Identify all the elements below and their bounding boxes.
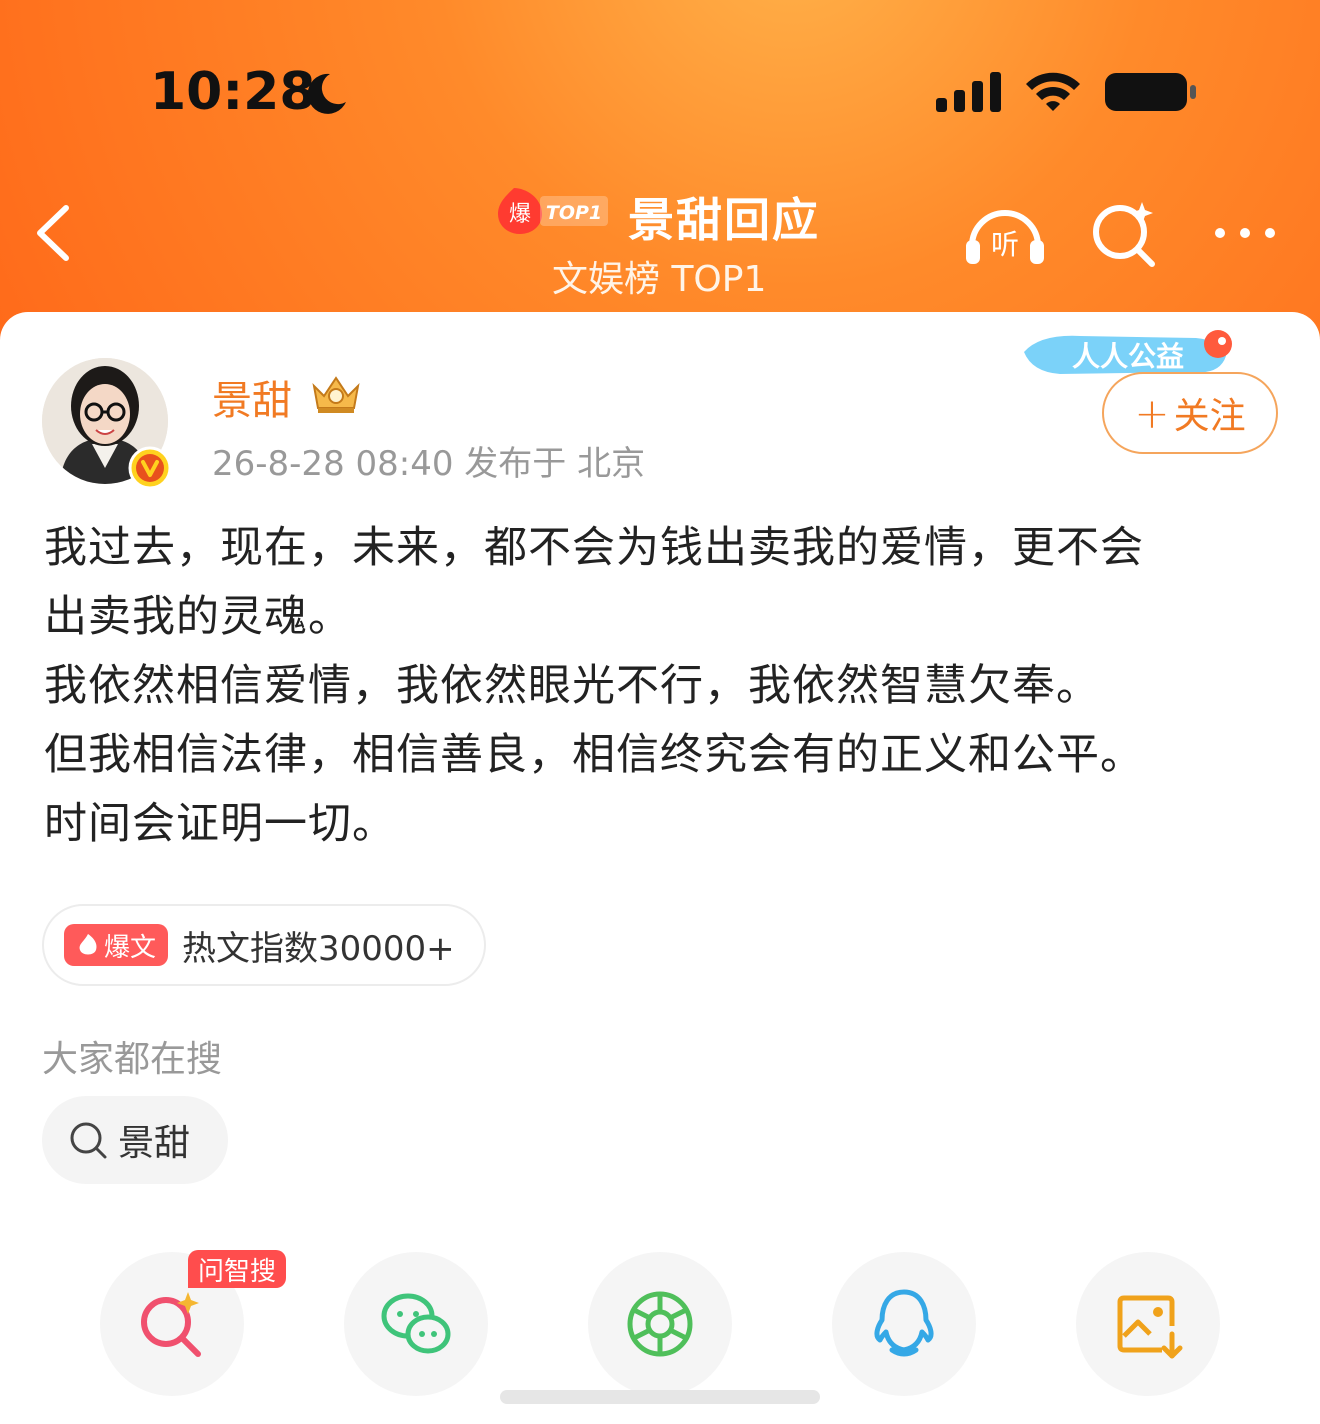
smart-search-icon <box>141 1292 201 1357</box>
follow-label: 关注 <box>1173 396 1246 437</box>
moon-icon <box>307 73 346 114</box>
user-name[interactable]: 景甜 <box>212 368 292 426</box>
wifi-icon <box>1026 72 1080 111</box>
post-line: 我依然相信爱情，我依然眼光不行，我依然智慧欠奉。 <box>44 661 1100 711</box>
share-wechat-button[interactable] <box>344 1252 488 1396</box>
verified-badge-icon <box>128 446 172 490</box>
hot-index-pill[interactable]: 爆文 热文指数30000+ <box>42 904 486 986</box>
hot-article-tag: 爆文 <box>64 924 168 966</box>
post-line: 但我相信法律，相信善良，相信终究会有的正义和公平。 <box>44 730 1144 780</box>
battery-icon <box>1105 73 1196 111</box>
listen-label: 听 <box>991 228 1019 261</box>
post-meta: 26-8-28 08:40 发布于 北京 <box>212 444 646 484</box>
search-icon[interactable] <box>1090 198 1160 268</box>
post-card: 景甜 26-8-28 08:40 发布于 北京 人人公益 + 关注 我过去，现在… <box>0 312 1320 1424</box>
hot-index-value: 热文指数30000+ <box>182 928 455 969</box>
save-image-icon <box>1117 1295 1183 1359</box>
post-line: 时间会证明一切。 <box>44 799 396 849</box>
post-line: 我过去，现在，未来，都不会为钱出卖我的爱情，更不会 <box>44 523 1144 573</box>
wechat-icon <box>381 1293 451 1354</box>
listen-headphone-icon[interactable]: 听 <box>962 200 1048 268</box>
status-bar: 10:28 <box>0 0 1320 180</box>
share-qq-button[interactable] <box>832 1252 976 1396</box>
hot-badge-text: 爆 <box>509 202 531 227</box>
qq-icon <box>874 1289 934 1357</box>
trending-search-chip[interactable]: 景甜 <box>42 1096 228 1184</box>
more-icon[interactable] <box>1210 218 1280 248</box>
signal-icon <box>936 72 1001 112</box>
share-moments-button[interactable] <box>588 1252 732 1396</box>
trending-chip-label: 景甜 <box>118 1123 191 1164</box>
page-title: 景甜回应 <box>628 193 820 247</box>
follow-button[interactable]: + 关注 <box>1102 372 1278 454</box>
hot-tag-label: 爆文 <box>103 932 156 963</box>
plus-icon: + <box>1134 388 1170 438</box>
back-icon[interactable] <box>30 200 80 266</box>
status-time: 10:28 <box>150 62 316 122</box>
home-indicator <box>500 1390 820 1404</box>
post-body: 我过去，现在，未来，都不会为钱出卖我的爱情，更不会 出卖我的灵魂。 我依然相信爱… <box>44 514 1284 859</box>
page-subtitle: 文娱榜 TOP1 <box>552 259 767 300</box>
trending-label: 大家都在搜 <box>42 1039 223 1080</box>
hot-badge-rank: TOP1 <box>546 202 602 224</box>
ask-badge: 问智搜 <box>188 1250 286 1288</box>
flame-icon <box>79 934 97 955</box>
share-save-image-button[interactable] <box>1076 1252 1220 1396</box>
hot-rank-badge: 爆 TOP1 <box>498 188 608 234</box>
nav-bar: 爆 TOP1 景甜回应 文娱榜 TOP1 听 <box>0 170 1320 310</box>
search-icon <box>70 1122 107 1159</box>
charity-badge-text: 人人公益 <box>1072 340 1184 373</box>
post-line: 出卖我的灵魂。 <box>44 592 352 642</box>
moments-icon <box>627 1291 693 1357</box>
crown-icon <box>312 376 360 413</box>
